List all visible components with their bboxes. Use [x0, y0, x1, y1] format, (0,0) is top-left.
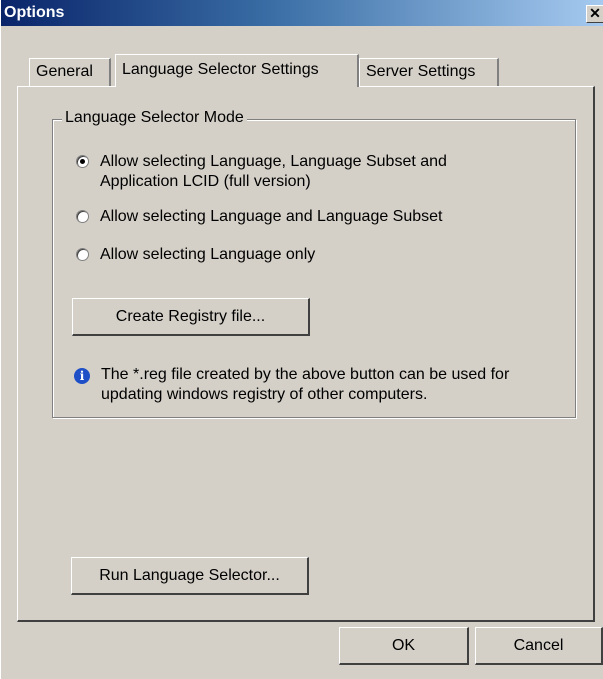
- radio-language-only[interactable]: Allow selecting Language only: [76, 245, 315, 265]
- radio-full-version[interactable]: Allow selecting Language, Language Subse…: [76, 152, 520, 192]
- run-language-selector-button[interactable]: Run Language Selector...: [71, 557, 309, 595]
- tab-server-settings[interactable]: Server Settings: [359, 58, 499, 86]
- radio-button[interactable]: [76, 248, 89, 261]
- create-registry-file-button[interactable]: Create Registry file...: [72, 298, 310, 336]
- radio-button[interactable]: [76, 155, 89, 168]
- tab-label: Server Settings: [366, 63, 476, 80]
- ok-button[interactable]: OK: [339, 627, 469, 665]
- radio-button[interactable]: [76, 210, 89, 223]
- close-icon: ✕: [589, 5, 601, 21]
- info-icon: i: [74, 368, 90, 384]
- info-text: The *.reg file created by the above butt…: [101, 366, 510, 403]
- tab-general[interactable]: General: [29, 58, 111, 86]
- group-label: Language Selector Mode: [62, 109, 247, 127]
- language-selector-mode-group: Language Selector Mode Allow selecting L…: [52, 109, 576, 418]
- close-button[interactable]: ✕: [586, 5, 603, 23]
- options-dialog: Options ✕ General Language Selector Sett…: [0, 0, 603, 679]
- radio-label: Allow selecting Language and Language Su…: [100, 208, 443, 225]
- title-bar[interactable]: Options ✕: [1, 0, 603, 26]
- radio-label: Allow selecting Language only: [100, 246, 316, 263]
- tab-panel: Language Selector Mode Allow selecting L…: [17, 86, 595, 622]
- tab-label: Language Selector Settings: [122, 61, 319, 78]
- radio-label: Allow selecting Language, Language Subse…: [100, 153, 447, 190]
- tab-label: General: [36, 63, 93, 80]
- radio-language-and-subset[interactable]: Allow selecting Language and Language Su…: [76, 207, 443, 227]
- tab-language-selector-settings[interactable]: Language Selector Settings: [115, 54, 359, 87]
- window-title: Options: [4, 4, 65, 21]
- cancel-button[interactable]: Cancel: [475, 627, 603, 665]
